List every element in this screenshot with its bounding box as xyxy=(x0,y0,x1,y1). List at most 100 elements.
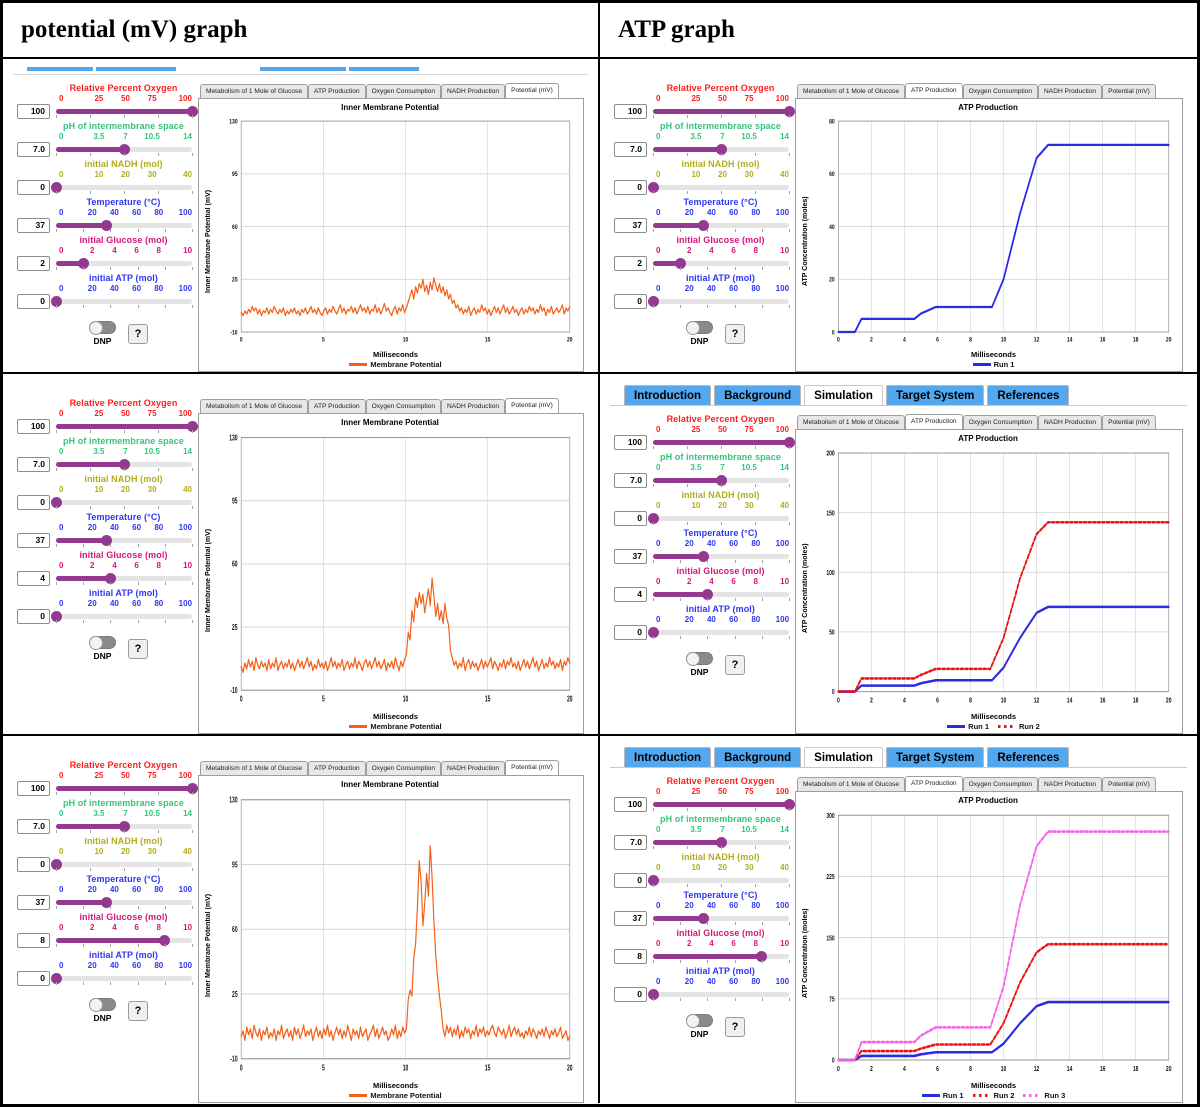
slider-value-ph[interactable]: 7.0 xyxy=(614,835,647,850)
slider-glucose[interactable] xyxy=(56,257,193,270)
slider-glucose[interactable] xyxy=(56,934,193,947)
slider-oxygen[interactable] xyxy=(653,436,795,449)
slider-ph[interactable] xyxy=(56,143,193,156)
chart-tab-atp-production[interactable]: ATP Production xyxy=(308,399,366,414)
chart-tab-nadh-production[interactable]: NADH Production xyxy=(441,761,506,776)
slider-value-atp[interactable]: 0 xyxy=(614,294,647,309)
slider-ph[interactable] xyxy=(56,458,193,471)
slider-temp[interactable] xyxy=(653,550,790,563)
chart-tab-atp-production[interactable]: ATP Production xyxy=(905,83,963,99)
help-button[interactable]: ? xyxy=(725,654,745,675)
slider-nadh[interactable] xyxy=(647,181,790,194)
slider-value-temp[interactable]: 37 xyxy=(614,549,647,564)
help-button[interactable]: ? xyxy=(725,1016,745,1037)
help-button[interactable]: ? xyxy=(128,323,148,344)
slider-value-oxygen[interactable]: 100 xyxy=(17,781,50,796)
slider-atp[interactable] xyxy=(50,295,193,308)
chart-tab-atp-production[interactable]: ATP Production xyxy=(905,776,963,792)
slider-value-glucose[interactable]: 8 xyxy=(614,949,647,964)
chart-tab-metabolism-of-1-mole-of-glucose[interactable]: Metabolism of 1 Mole of Glucose xyxy=(797,415,906,430)
nav-tab-simulation[interactable] xyxy=(179,67,257,71)
slider-value-temp[interactable]: 37 xyxy=(614,911,647,926)
nav-tab-introduction[interactable]: Introduction xyxy=(624,385,712,405)
slider-value-ph[interactable]: 7.0 xyxy=(614,473,647,488)
slider-glucose[interactable] xyxy=(653,950,790,963)
slider-value-nadh[interactable]: 0 xyxy=(614,873,647,888)
slider-oxygen[interactable] xyxy=(653,798,795,811)
slider-value-glucose[interactable]: 8 xyxy=(17,933,50,948)
slider-value-atp[interactable]: 0 xyxy=(17,294,50,309)
nav-tab-introduction[interactable] xyxy=(27,67,93,71)
slider-value-nadh[interactable]: 0 xyxy=(614,180,647,195)
help-button[interactable]: ? xyxy=(725,323,745,344)
chart-tab-metabolism-of-1-mole-of-glucose[interactable]: Metabolism of 1 Mole of Glucose xyxy=(797,84,906,99)
slider-value-ph[interactable]: 7.0 xyxy=(17,457,50,472)
slider-temp[interactable] xyxy=(653,219,790,232)
slider-glucose[interactable] xyxy=(56,572,193,585)
slider-value-ph[interactable]: 7.0 xyxy=(17,142,50,157)
nav-tab-references[interactable]: References xyxy=(987,385,1070,405)
chart-tab-oxygen-consumption[interactable]: Oxygen Consumption xyxy=(365,84,442,99)
chart-tab-atp-production[interactable]: ATP Production xyxy=(308,84,366,99)
chart-tab-metabolism-of-1-mole-of-glucose[interactable]: Metabolism of 1 Mole of Glucose xyxy=(200,84,309,99)
slider-nadh[interactable] xyxy=(50,181,193,194)
slider-ph[interactable] xyxy=(653,836,790,849)
slider-nadh[interactable] xyxy=(50,858,193,871)
slider-value-ph[interactable]: 7.0 xyxy=(17,819,50,834)
slider-value-nadh[interactable]: 0 xyxy=(614,511,647,526)
slider-temp[interactable] xyxy=(56,896,193,909)
nav-tab-simulation[interactable]: Simulation xyxy=(804,385,883,405)
slider-oxygen[interactable] xyxy=(653,105,795,118)
slider-value-glucose[interactable]: 4 xyxy=(17,571,50,586)
slider-glucose[interactable] xyxy=(653,257,790,270)
slider-atp[interactable] xyxy=(647,988,790,1001)
chart-tab-potential-mv[interactable]: Potential (mV) xyxy=(1102,415,1156,430)
chart-tab-nadh-production[interactable]: NADH Production xyxy=(1038,84,1103,99)
slider-value-atp[interactable]: 0 xyxy=(614,625,647,640)
slider-value-nadh[interactable]: 0 xyxy=(17,857,50,872)
slider-oxygen[interactable] xyxy=(56,105,198,118)
chart-tab-metabolism-of-1-mole-of-glucose[interactable]: Metabolism of 1 Mole of Glucose xyxy=(200,399,309,414)
slider-value-atp[interactable]: 0 xyxy=(614,987,647,1002)
slider-ph[interactable] xyxy=(653,143,790,156)
slider-temp[interactable] xyxy=(653,912,790,925)
slider-value-temp[interactable]: 37 xyxy=(614,218,647,233)
slider-value-atp[interactable]: 0 xyxy=(17,609,50,624)
dnp-toggle[interactable] xyxy=(89,998,116,1012)
slider-value-oxygen[interactable]: 100 xyxy=(614,797,647,812)
slider-atp[interactable] xyxy=(50,972,193,985)
slider-value-nadh[interactable]: 0 xyxy=(17,495,50,510)
chart-tab-oxygen-consumption[interactable]: Oxygen Consumption xyxy=(365,399,442,414)
slider-value-nadh[interactable]: 0 xyxy=(17,180,50,195)
chart-tab-nadh-production[interactable]: NADH Production xyxy=(441,399,506,414)
slider-nadh[interactable] xyxy=(647,874,790,887)
nav-tab-target-system[interactable]: Target System xyxy=(885,385,985,405)
slider-value-atp[interactable]: 0 xyxy=(17,971,50,986)
dnp-toggle[interactable] xyxy=(686,652,713,666)
chart-tab-potential-mv[interactable]: Potential (mV) xyxy=(1102,777,1156,792)
slider-ph[interactable] xyxy=(653,474,790,487)
nav-tab-target-system[interactable]: Target System xyxy=(885,747,985,767)
slider-value-temp[interactable]: 37 xyxy=(17,533,50,548)
chart-tab-oxygen-consumption[interactable]: Oxygen Consumption xyxy=(962,777,1039,792)
slider-oxygen[interactable] xyxy=(56,420,198,433)
nav-tab-references[interactable] xyxy=(349,67,419,71)
help-button[interactable]: ? xyxy=(128,1000,148,1021)
slider-value-oxygen[interactable]: 100 xyxy=(17,104,50,119)
slider-nadh[interactable] xyxy=(50,496,193,509)
slider-atp[interactable] xyxy=(50,610,193,623)
nav-tab-background[interactable]: Background xyxy=(714,747,802,767)
nav-tab-background[interactable] xyxy=(96,67,176,71)
slider-value-oxygen[interactable]: 100 xyxy=(614,435,647,450)
chart-tab-potential-mv[interactable]: Potential (mV) xyxy=(1102,84,1156,99)
slider-value-glucose[interactable]: 2 xyxy=(614,256,647,271)
slider-value-temp[interactable]: 37 xyxy=(17,218,50,233)
chart-tab-atp-production[interactable]: ATP Production xyxy=(905,414,963,430)
chart-tab-nadh-production[interactable]: NADH Production xyxy=(1038,777,1103,792)
chart-tab-oxygen-consumption[interactable]: Oxygen Consumption xyxy=(962,84,1039,99)
slider-atp[interactable] xyxy=(647,626,790,639)
chart-tab-potential-mv[interactable]: Potential (mV) xyxy=(505,398,559,414)
slider-value-temp[interactable]: 37 xyxy=(17,895,50,910)
dnp-toggle[interactable] xyxy=(89,636,116,650)
slider-temp[interactable] xyxy=(56,219,193,232)
